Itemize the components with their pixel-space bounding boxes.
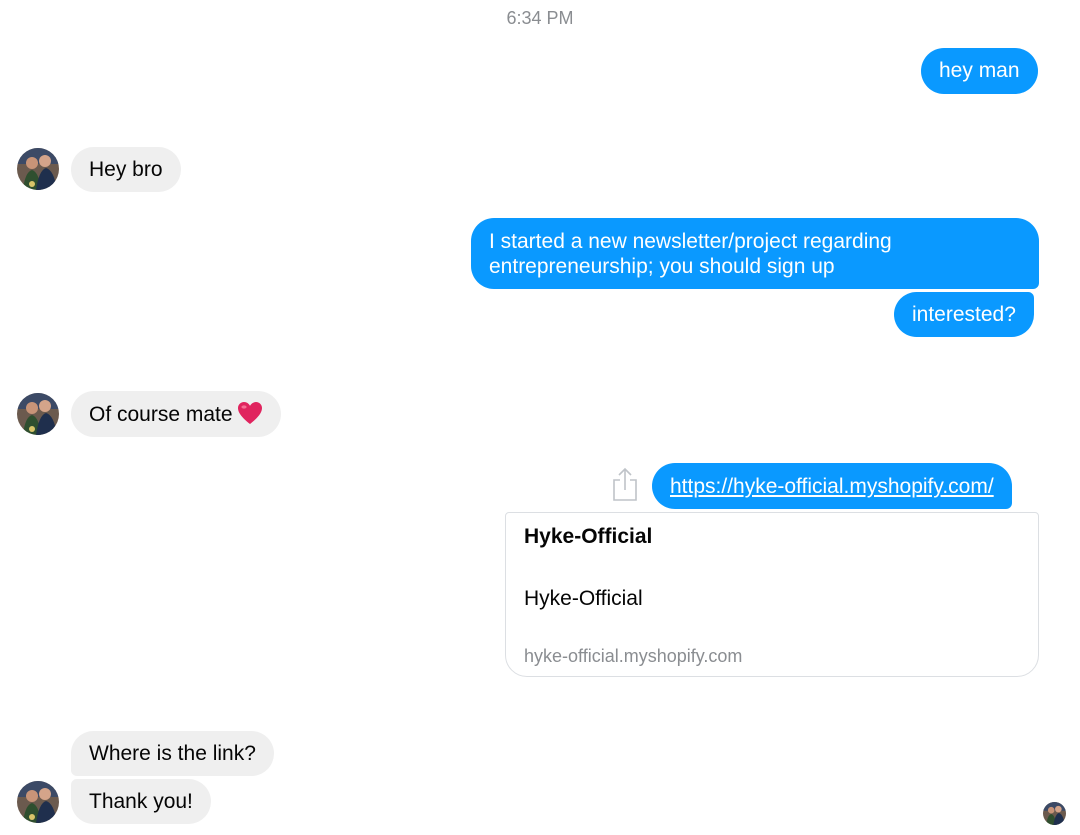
share-icon[interactable]	[610, 466, 640, 502]
message-text: Where is the link?	[89, 742, 256, 765]
contact-avatar[interactable]	[17, 393, 59, 435]
incoming-message[interactable]: Of course mate	[71, 391, 281, 437]
message-text: Thank you!	[89, 790, 193, 813]
outgoing-link-message[interactable]: https://hyke-official.myshopify.com/	[652, 463, 1012, 509]
incoming-message[interactable]: Thank you!	[71, 779, 211, 824]
outgoing-message[interactable]: hey man	[921, 48, 1038, 94]
outgoing-message[interactable]: I started a new newsletter/project regar…	[471, 218, 1039, 289]
read-receipt-avatar	[1043, 802, 1066, 825]
avatar-photo-icon	[17, 148, 59, 190]
heart-emoji-icon	[237, 401, 263, 432]
link-preview-description: Hyke-Official	[524, 587, 643, 610]
message-text: hey man	[939, 59, 1020, 82]
incoming-message[interactable]: Hey bro	[71, 147, 181, 192]
message-link[interactable]: https://hyke-official.myshopify.com/	[670, 475, 994, 498]
message-timestamp: 6:34 PM	[506, 8, 574, 28]
avatar-photo-icon	[1043, 802, 1066, 825]
link-preview-card[interactable]: Hyke-Official Hyke-Official hyke-officia…	[505, 512, 1039, 677]
message-text: interested?	[912, 303, 1016, 326]
incoming-message[interactable]: Where is the link?	[71, 731, 274, 776]
contact-avatar[interactable]	[17, 781, 59, 823]
avatar-photo-icon	[17, 393, 59, 435]
message-text: Of course mate	[89, 403, 233, 426]
outgoing-message[interactable]: interested?	[894, 292, 1034, 337]
contact-avatar[interactable]	[17, 148, 59, 190]
avatar-photo-icon	[17, 781, 59, 823]
message-text: Hey bro	[89, 158, 163, 181]
link-preview-title: Hyke-Official	[524, 525, 653, 548]
message-text-line: I started a new newsletter/project regar…	[489, 230, 892, 253]
message-text-line: entrepreneurship; you should sign up	[489, 255, 835, 278]
link-preview-domain: hyke-official.myshopify.com	[524, 646, 743, 666]
